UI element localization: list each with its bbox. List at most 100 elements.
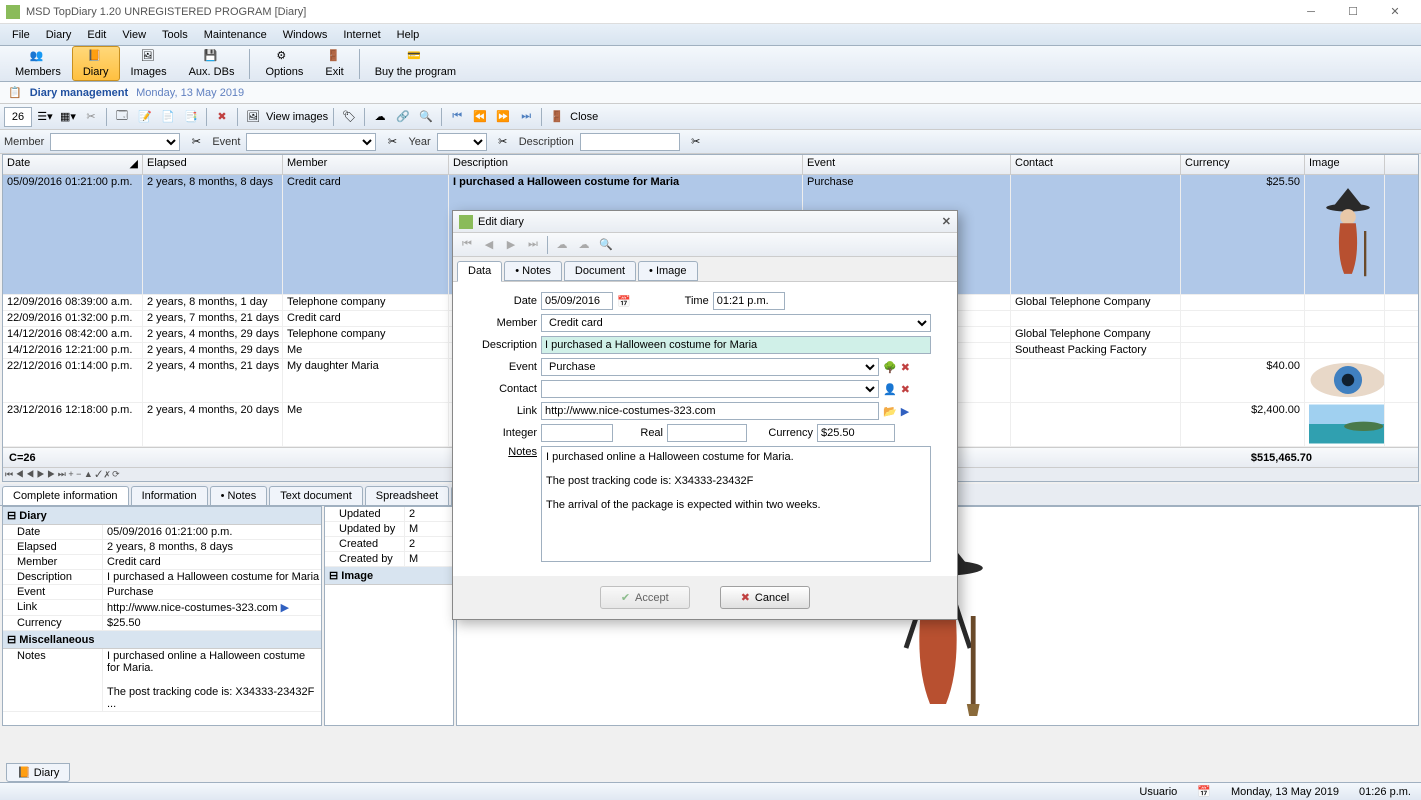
- delete-contact-icon[interactable]: ✖: [901, 383, 910, 396]
- select-event[interactable]: Purchase: [541, 358, 879, 376]
- menu-maintenance[interactable]: Maintenance: [196, 27, 275, 43]
- delete-event-icon[interactable]: ✖: [901, 361, 910, 374]
- column-event[interactable]: Event: [803, 155, 1011, 174]
- layout-icon[interactable]: ▦▾: [58, 107, 78, 127]
- tree-icon[interactable]: 🌳: [883, 361, 897, 374]
- nav-first-icon[interactable]: ⏮: [457, 235, 477, 255]
- calendar-picker-icon[interactable]: 📅: [617, 295, 631, 308]
- x-icon: ✖: [741, 591, 750, 604]
- copy-icon[interactable]: 📄: [158, 107, 178, 127]
- lower-tab-spreadsheet[interactable]: Spreadsheet: [365, 486, 449, 505]
- menu-internet[interactable]: Internet: [335, 27, 388, 43]
- menu-windows[interactable]: Windows: [275, 27, 336, 43]
- filter-description-input[interactable]: [580, 133, 680, 151]
- toolbar-options[interactable]: ⚙Options: [254, 46, 314, 81]
- tag-icon[interactable]: 🏷: [339, 107, 359, 127]
- filter-member-select[interactable]: [50, 133, 180, 151]
- clear-member-icon[interactable]: ✂: [186, 132, 206, 152]
- select-contact[interactable]: [541, 380, 879, 398]
- input-real[interactable]: [667, 424, 747, 442]
- input-integer[interactable]: [541, 424, 613, 442]
- toolbar-aux--dbs[interactable]: 💾Aux. DBs: [178, 46, 246, 81]
- form-icon[interactable]: 🗔: [112, 107, 132, 127]
- label-contact: Contact: [465, 383, 537, 395]
- next-icon[interactable]: ⏩: [493, 107, 513, 127]
- filter-event-select[interactable]: [246, 133, 376, 151]
- toolbar-buy-the-program[interactable]: 💳Buy the program: [364, 46, 467, 81]
- accept-button[interactable]: ✔ Accept: [600, 586, 690, 609]
- clear-description-icon[interactable]: ✂: [686, 132, 706, 152]
- nav-last-icon[interactable]: ⏭: [523, 235, 543, 255]
- select-member[interactable]: Credit card: [541, 314, 931, 332]
- toolbar-diary[interactable]: 📙Diary: [72, 46, 120, 81]
- prop-section-diary[interactable]: Diary: [3, 507, 321, 525]
- search2-icon[interactable]: 🔍: [596, 235, 616, 255]
- column-elapsed[interactable]: Elapsed: [143, 155, 283, 174]
- picture-icon[interactable]: 🖼: [243, 107, 263, 127]
- input-time[interactable]: [713, 292, 785, 310]
- delete-icon[interactable]: ✖: [212, 107, 232, 127]
- view-images-label[interactable]: View images: [266, 111, 328, 123]
- lower-tab-complete-information[interactable]: Complete information: [2, 486, 129, 505]
- go-link-icon[interactable]: ▶: [901, 405, 909, 418]
- cloud-icon[interactable]: ☁: [370, 107, 390, 127]
- exit-icon[interactable]: 🚪: [547, 107, 567, 127]
- contact-icon[interactable]: 👤: [883, 383, 897, 396]
- last-icon[interactable]: ⏭: [516, 107, 536, 127]
- folder-open-icon[interactable]: 📂: [883, 405, 897, 418]
- lower-tab---notes[interactable]: • Notes: [210, 486, 268, 505]
- column-currency[interactable]: Currency: [1181, 155, 1305, 174]
- dialog-close-button[interactable]: ✕: [942, 215, 951, 228]
- menu-help[interactable]: Help: [389, 27, 428, 43]
- nav-prev-icon[interactable]: ◀: [479, 235, 499, 255]
- dialog-tab-data[interactable]: Data: [457, 261, 502, 282]
- menu-tools[interactable]: Tools: [154, 27, 196, 43]
- close-button[interactable]: ✕: [1375, 1, 1415, 23]
- menu-edit[interactable]: Edit: [79, 27, 114, 43]
- input-description[interactable]: [541, 336, 931, 354]
- bottom-tab-diary[interactable]: 📙 Diary: [6, 763, 70, 782]
- column-contact[interactable]: Contact: [1011, 155, 1181, 174]
- close-label[interactable]: Close: [570, 111, 598, 123]
- lower-tab-text-document[interactable]: Text document: [269, 486, 363, 505]
- clear-year-icon[interactable]: ✂: [493, 132, 513, 152]
- toolbar-members[interactable]: 👥Members: [4, 46, 72, 81]
- link-icon[interactable]: 🔗: [393, 107, 413, 127]
- dialog-tab---notes[interactable]: • Notes: [504, 261, 562, 281]
- column-member[interactable]: Member: [283, 155, 449, 174]
- toolbar-exit[interactable]: 🚪Exit: [314, 46, 354, 81]
- duplicate-icon[interactable]: 📑: [181, 107, 201, 127]
- clear-event-icon[interactable]: ✂: [382, 132, 402, 152]
- menu-view[interactable]: View: [114, 27, 154, 43]
- cut-icon[interactable]: ✂: [81, 107, 101, 127]
- page-number-input[interactable]: [4, 107, 32, 127]
- column-date[interactable]: Date ◢: [3, 155, 143, 174]
- input-date[interactable]: [541, 292, 613, 310]
- edit-icon[interactable]: 📝: [135, 107, 155, 127]
- prop-section-image[interactable]: Image: [325, 567, 453, 585]
- prop-section-misc[interactable]: Miscellaneous: [3, 631, 321, 649]
- cloud2-icon[interactable]: ☁: [574, 235, 594, 255]
- view-mode-icon[interactable]: ☰▾: [35, 107, 55, 127]
- prev-icon[interactable]: ⏪: [470, 107, 490, 127]
- dialog-tab---image[interactable]: • Image: [638, 261, 697, 281]
- cancel-button[interactable]: ✖ Cancel: [720, 586, 810, 609]
- dialog-tab-document[interactable]: Document: [564, 261, 636, 281]
- menu-diary[interactable]: Diary: [38, 27, 80, 43]
- minimize-button[interactable]: ─: [1291, 1, 1331, 23]
- menu-file[interactable]: File: [4, 27, 38, 43]
- nav-next-icon[interactable]: ▶: [501, 235, 521, 255]
- app-icon: [6, 5, 20, 19]
- textarea-notes[interactable]: [541, 446, 931, 562]
- first-icon[interactable]: ⏮: [447, 107, 467, 127]
- lower-tab-information[interactable]: Information: [131, 486, 208, 505]
- search-icon[interactable]: 🔍: [416, 107, 436, 127]
- cloud1-icon[interactable]: ☁: [552, 235, 572, 255]
- column-description[interactable]: Description: [449, 155, 803, 174]
- toolbar-images[interactable]: 🖼Images: [120, 46, 178, 81]
- column-image[interactable]: Image: [1305, 155, 1385, 174]
- filter-year-select[interactable]: [437, 133, 487, 151]
- maximize-button[interactable]: ☐: [1333, 1, 1373, 23]
- input-currency[interactable]: [817, 424, 895, 442]
- input-link[interactable]: [541, 402, 879, 420]
